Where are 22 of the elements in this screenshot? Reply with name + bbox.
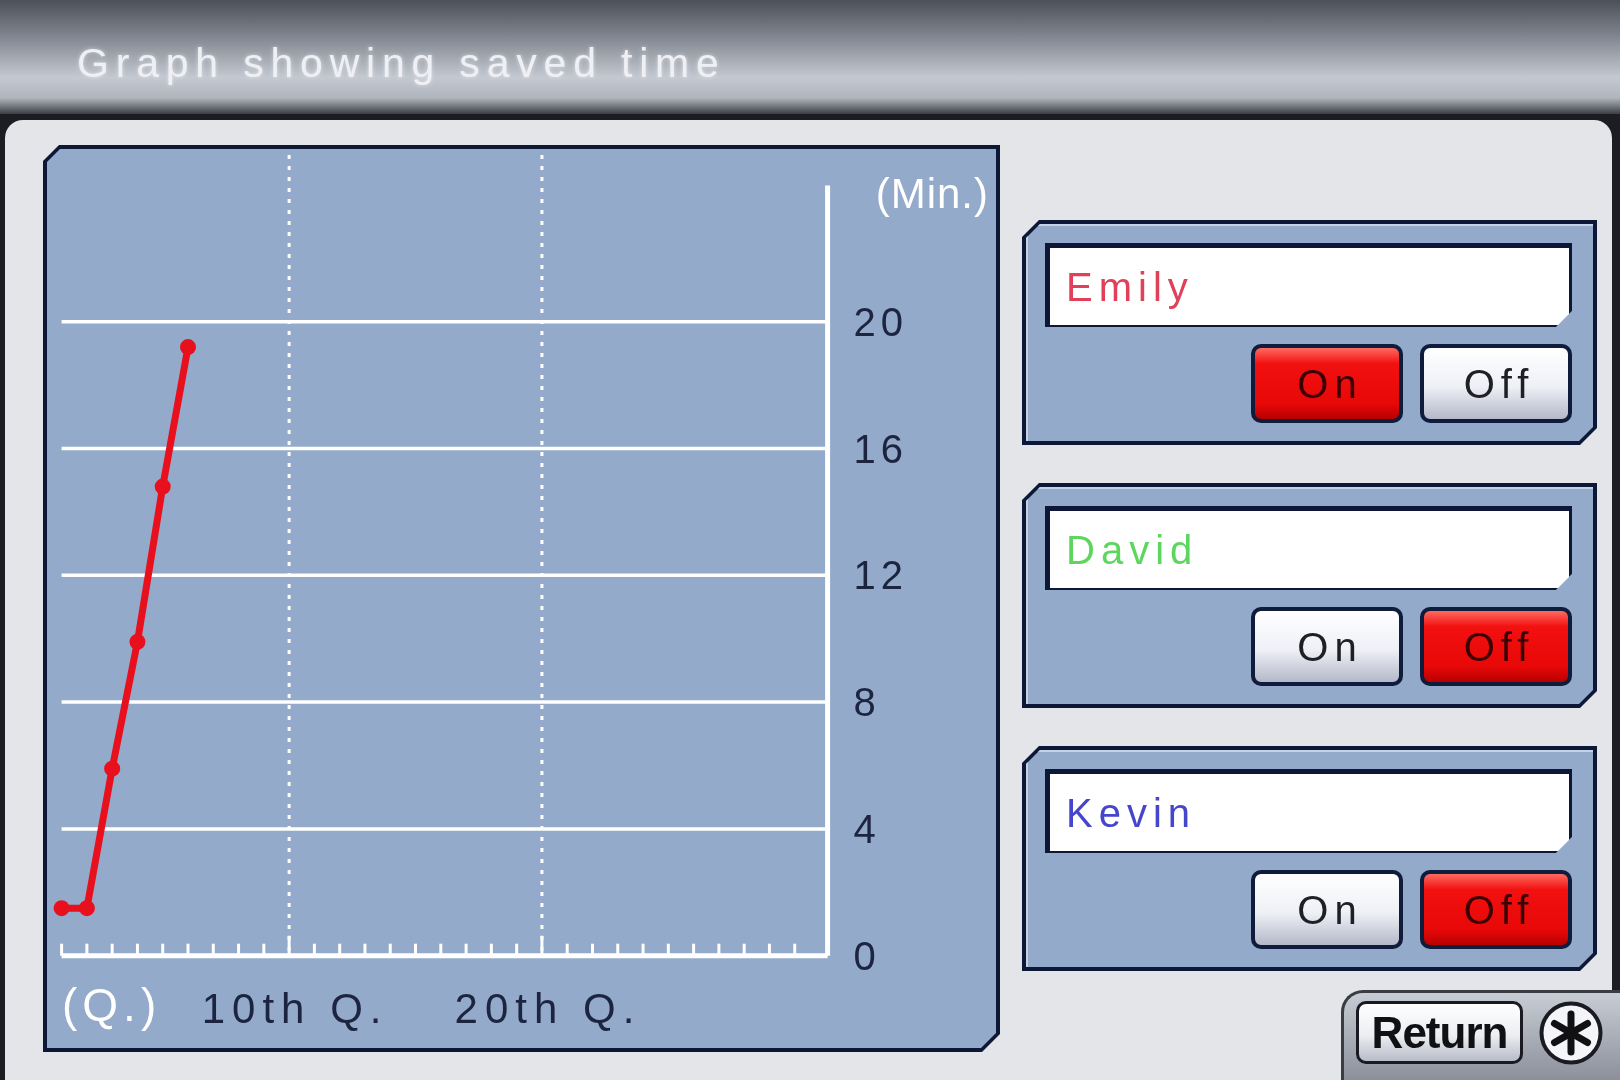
y-tick-label: 0 — [853, 933, 881, 978]
toggle-button[interactable]: On — [1251, 870, 1403, 949]
toggle-button[interactable]: Off — [1420, 607, 1572, 686]
x-axis-title: (Q.) — [62, 979, 162, 1031]
name-field: David — [1045, 506, 1572, 590]
toggle-button[interactable]: Off — [1420, 870, 1572, 949]
y-tick-label: 8 — [853, 680, 881, 725]
y-axis-title: (Min.) — [875, 169, 989, 217]
y-tick-label: 16 — [853, 426, 909, 471]
y-tick-label: 12 — [853, 553, 909, 598]
toggle-button[interactable]: On — [1251, 344, 1403, 423]
toggle-button[interactable]: On — [1251, 607, 1403, 686]
asterisk-icon — [1539, 1001, 1603, 1065]
return-button[interactable]: Return — [1356, 1001, 1523, 1064]
y-tick-label: 4 — [853, 806, 881, 851]
name-field: Emily — [1045, 243, 1572, 327]
y-tick-label: 20 — [853, 299, 909, 344]
x-tick-label: 20th Q. — [454, 984, 642, 1032]
screen-title: Graph showing saved time — [77, 39, 726, 89]
toggle-button[interactable]: Off — [1420, 344, 1572, 423]
x-tick-label: 10th Q. — [201, 984, 389, 1032]
name-field: Kevin — [1045, 769, 1572, 853]
